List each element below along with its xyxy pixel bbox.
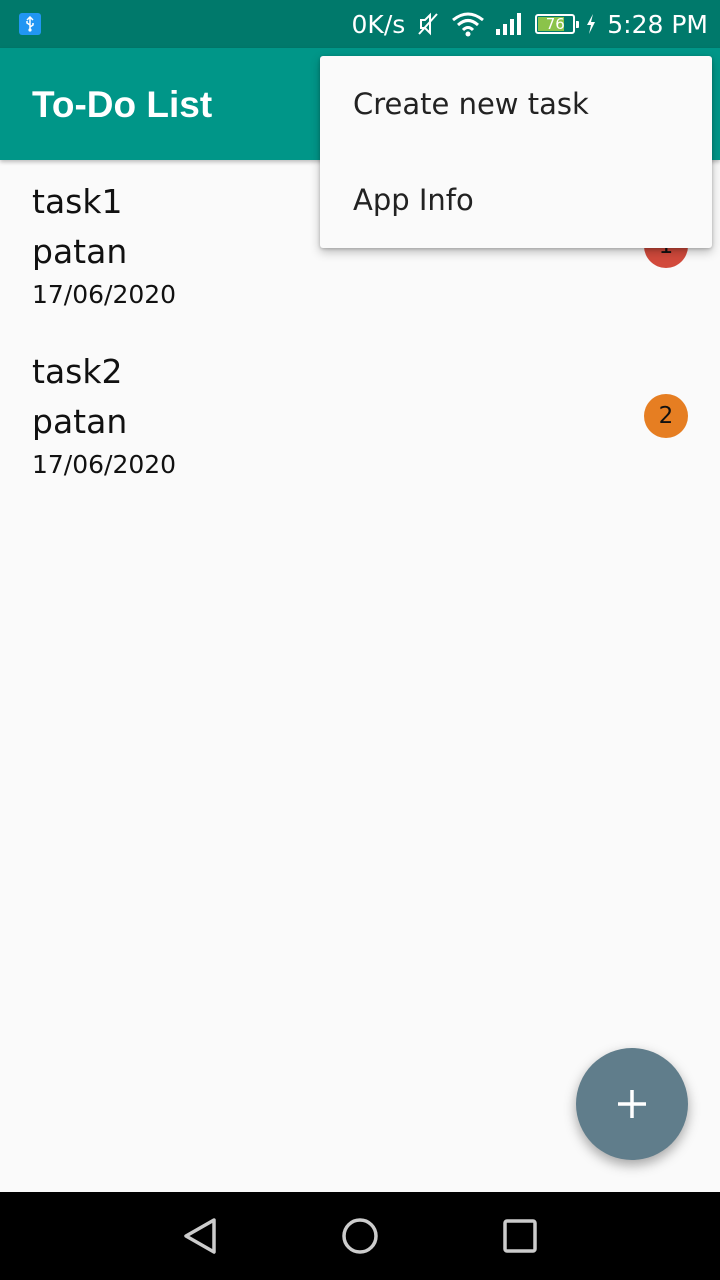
priority-badge: 2 (644, 394, 688, 438)
menu-item-create-new-task[interactable]: Create new task (320, 56, 712, 152)
task-item[interactable]: task2 patan 17/06/2020 2 (0, 330, 720, 500)
signal-icon (495, 11, 525, 37)
usb-icon (19, 13, 41, 35)
screen: 0K/s 76 5:28 PM To-Do List task1 patan 1… (0, 0, 720, 1280)
mute-icon (415, 11, 441, 37)
wifi-icon (451, 11, 485, 37)
task-assignee: patan (32, 232, 128, 271)
plus-icon (618, 1090, 646, 1118)
navigation-bar (0, 1192, 720, 1280)
task-date: 17/06/2020 (32, 450, 177, 479)
charging-icon (585, 13, 597, 35)
home-icon[interactable] (340, 1216, 380, 1256)
status-icons: 0K/s 76 5:28 PM (352, 0, 708, 48)
battery-level: 76 (545, 14, 565, 33)
task-name: task2 (32, 352, 123, 391)
task-name: task1 (32, 182, 123, 221)
battery-icon: 76 (535, 14, 580, 34)
task-assignee: patan (32, 402, 128, 441)
network-speed: 0K/s (351, 9, 406, 39)
status-bar: 0K/s 76 5:28 PM (0, 0, 720, 48)
back-icon[interactable] (180, 1216, 220, 1256)
overflow-menu: Create new task App Info (320, 56, 712, 248)
app-title: To-Do List (32, 84, 213, 125)
recents-icon[interactable] (500, 1216, 540, 1256)
clock: 5:28 PM (607, 9, 708, 39)
menu-item-app-info[interactable]: App Info (320, 152, 712, 248)
task-date: 17/06/2020 (32, 280, 177, 309)
add-task-fab[interactable] (576, 1048, 688, 1160)
